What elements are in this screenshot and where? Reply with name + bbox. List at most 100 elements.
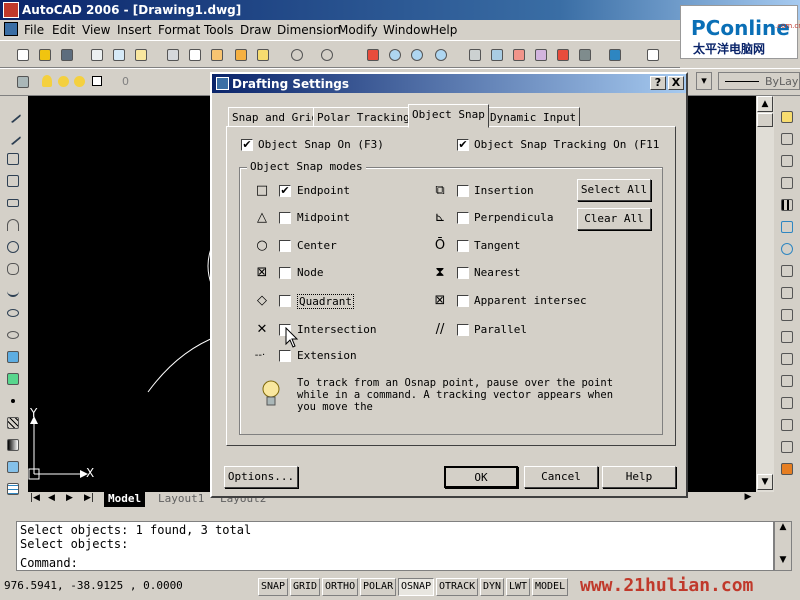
menu-insert[interactable]: Insert — [117, 23, 151, 37]
menu-modify[interactable]: Modify — [338, 23, 378, 37]
next-tab-icon[interactable]: ▶ — [66, 493, 78, 506]
publish-icon[interactable] — [132, 46, 150, 64]
dialog-close-button[interactable]: X — [668, 76, 684, 90]
autocad-app-icon[interactable] — [3, 2, 19, 18]
polygon-icon[interactable] — [4, 172, 22, 190]
command-window[interactable]: Select objects: 1 found, 3 total Select … — [16, 521, 774, 571]
midpoint-checkbox[interactable] — [279, 212, 291, 224]
menu-dimension[interactable]: Dimension — [277, 23, 341, 37]
save-icon[interactable] — [58, 46, 76, 64]
region-icon[interactable] — [4, 458, 22, 476]
perpendicular-checkbox[interactable] — [457, 212, 469, 224]
endpoint-checkbox[interactable]: ✔ — [279, 185, 291, 197]
node-checkbox[interactable] — [279, 267, 291, 279]
first-tab-icon[interactable]: |◀ — [30, 493, 42, 506]
polyline-icon[interactable] — [4, 150, 22, 168]
calculator-icon[interactable] — [576, 46, 594, 64]
help-button[interactable]: Help — [602, 466, 676, 488]
undo-icon[interactable] — [288, 46, 306, 64]
linetype-dropdown-arrow[interactable]: ▾ — [696, 72, 712, 90]
linetype-dropdown[interactable]: ByLay — [718, 72, 800, 90]
array-icon[interactable] — [778, 196, 796, 214]
snap-toggle[interactable]: SNAP — [258, 578, 288, 596]
cmd-scroll-up-icon[interactable]: ▲ — [775, 522, 791, 536]
apparent-intersection-checkbox[interactable] — [457, 295, 469, 307]
polar-toggle[interactable]: POLAR — [360, 578, 396, 596]
point-icon[interactable] — [4, 392, 22, 410]
scale-icon[interactable] — [778, 262, 796, 280]
paste-icon[interactable] — [208, 46, 226, 64]
tab-polar-tracking[interactable]: Polar Tracking — [313, 107, 414, 127]
command-scrollbar[interactable]: ▲ ▼ — [774, 521, 792, 571]
quadrant-checkbox[interactable] — [279, 295, 291, 307]
tool-palettes-icon[interactable] — [510, 46, 528, 64]
tab-layout1[interactable]: Layout1 — [154, 492, 208, 507]
block-editor-icon[interactable] — [254, 46, 272, 64]
scroll-up-icon[interactable]: ▲ — [757, 96, 773, 112]
document-icon[interactable] — [4, 22, 18, 36]
tangent-checkbox[interactable] — [457, 240, 469, 252]
trim-icon[interactable] — [778, 306, 796, 324]
cmd-scroll-down-icon[interactable]: ▼ — [775, 555, 791, 569]
table-icon[interactable] — [4, 480, 22, 498]
menu-view[interactable]: View — [82, 23, 110, 37]
hatch-icon[interactable] — [4, 414, 22, 432]
prev-tab-icon[interactable]: ◀ — [48, 493, 60, 506]
parallel-checkbox[interactable] — [457, 324, 469, 336]
command-prompt[interactable]: Command: — [20, 556, 78, 570]
new-icon[interactable] — [14, 46, 32, 64]
ortho-toggle[interactable]: ORTHO — [322, 578, 358, 596]
scroll-thumb[interactable] — [757, 113, 773, 127]
tab-object-snap[interactable]: Object Snap — [408, 104, 489, 128]
extension-checkbox[interactable] — [279, 350, 291, 362]
vertical-scrollbar[interactable]: ▲ ▼ — [756, 96, 774, 492]
zoom-previous-icon[interactable] — [432, 46, 450, 64]
menu-window[interactable]: Window — [383, 23, 430, 37]
tab-model[interactable]: Model — [104, 492, 146, 507]
make-block-icon[interactable] — [4, 370, 22, 388]
arc-icon[interactable] — [4, 216, 22, 234]
chamfer-icon[interactable] — [778, 416, 796, 434]
gradient-icon[interactable] — [4, 436, 22, 454]
dialog-title-bar[interactable]: Drafting Settings ? X — [212, 74, 686, 93]
osnap-on-checkbox[interactable]: ✔ — [241, 139, 253, 151]
design-center-icon[interactable] — [488, 46, 506, 64]
center-checkbox[interactable] — [279, 240, 291, 252]
help-icon[interactable] — [606, 46, 624, 64]
offset-icon[interactable] — [778, 174, 796, 192]
ellipse-arc-icon[interactable] — [4, 326, 22, 344]
select-all-button[interactable]: Select All — [577, 179, 651, 201]
plot-preview-icon[interactable] — [110, 46, 128, 64]
zoom-window-icon[interactable] — [408, 46, 426, 64]
revision-cloud-icon[interactable] — [4, 260, 22, 278]
layer-dropdown[interactable]: 0 — [38, 73, 210, 91]
menu-format[interactable]: Format — [158, 23, 200, 37]
grid-toggle[interactable]: GRID — [290, 578, 320, 596]
command-window-grip[interactable] — [0, 514, 16, 574]
last-tab-icon[interactable]: ▶| — [84, 493, 96, 506]
layer-manager-icon[interactable] — [14, 73, 32, 91]
break-icon[interactable] — [778, 372, 796, 390]
join-icon[interactable] — [778, 394, 796, 412]
rectangle-icon[interactable] — [4, 194, 22, 212]
erase-icon[interactable] — [778, 108, 796, 126]
pan-icon[interactable] — [364, 46, 382, 64]
copy-icon[interactable] — [186, 46, 204, 64]
print-icon[interactable] — [88, 46, 106, 64]
extend-icon[interactable] — [778, 328, 796, 346]
osnap-tracking-checkbox[interactable]: ✔ — [457, 139, 469, 151]
lwt-toggle[interactable]: LWT — [506, 578, 530, 596]
explode-icon[interactable] — [778, 460, 796, 478]
nearest-checkbox[interactable] — [457, 267, 469, 279]
zoom-realtime-icon[interactable] — [386, 46, 404, 64]
insertion-checkbox[interactable] — [457, 185, 469, 197]
menu-tools[interactable]: Tools — [204, 23, 234, 37]
text-style-icon[interactable] — [644, 46, 662, 64]
open-icon[interactable] — [36, 46, 54, 64]
hscroll-right-icon[interactable]: ▶ — [740, 492, 756, 507]
model-toggle[interactable]: MODEL — [532, 578, 568, 596]
mirror-icon[interactable] — [778, 152, 796, 170]
cut-icon[interactable] — [164, 46, 182, 64]
dyn-toggle[interactable]: DYN — [480, 578, 504, 596]
osnap-toggle[interactable]: OSNAP — [398, 578, 434, 596]
